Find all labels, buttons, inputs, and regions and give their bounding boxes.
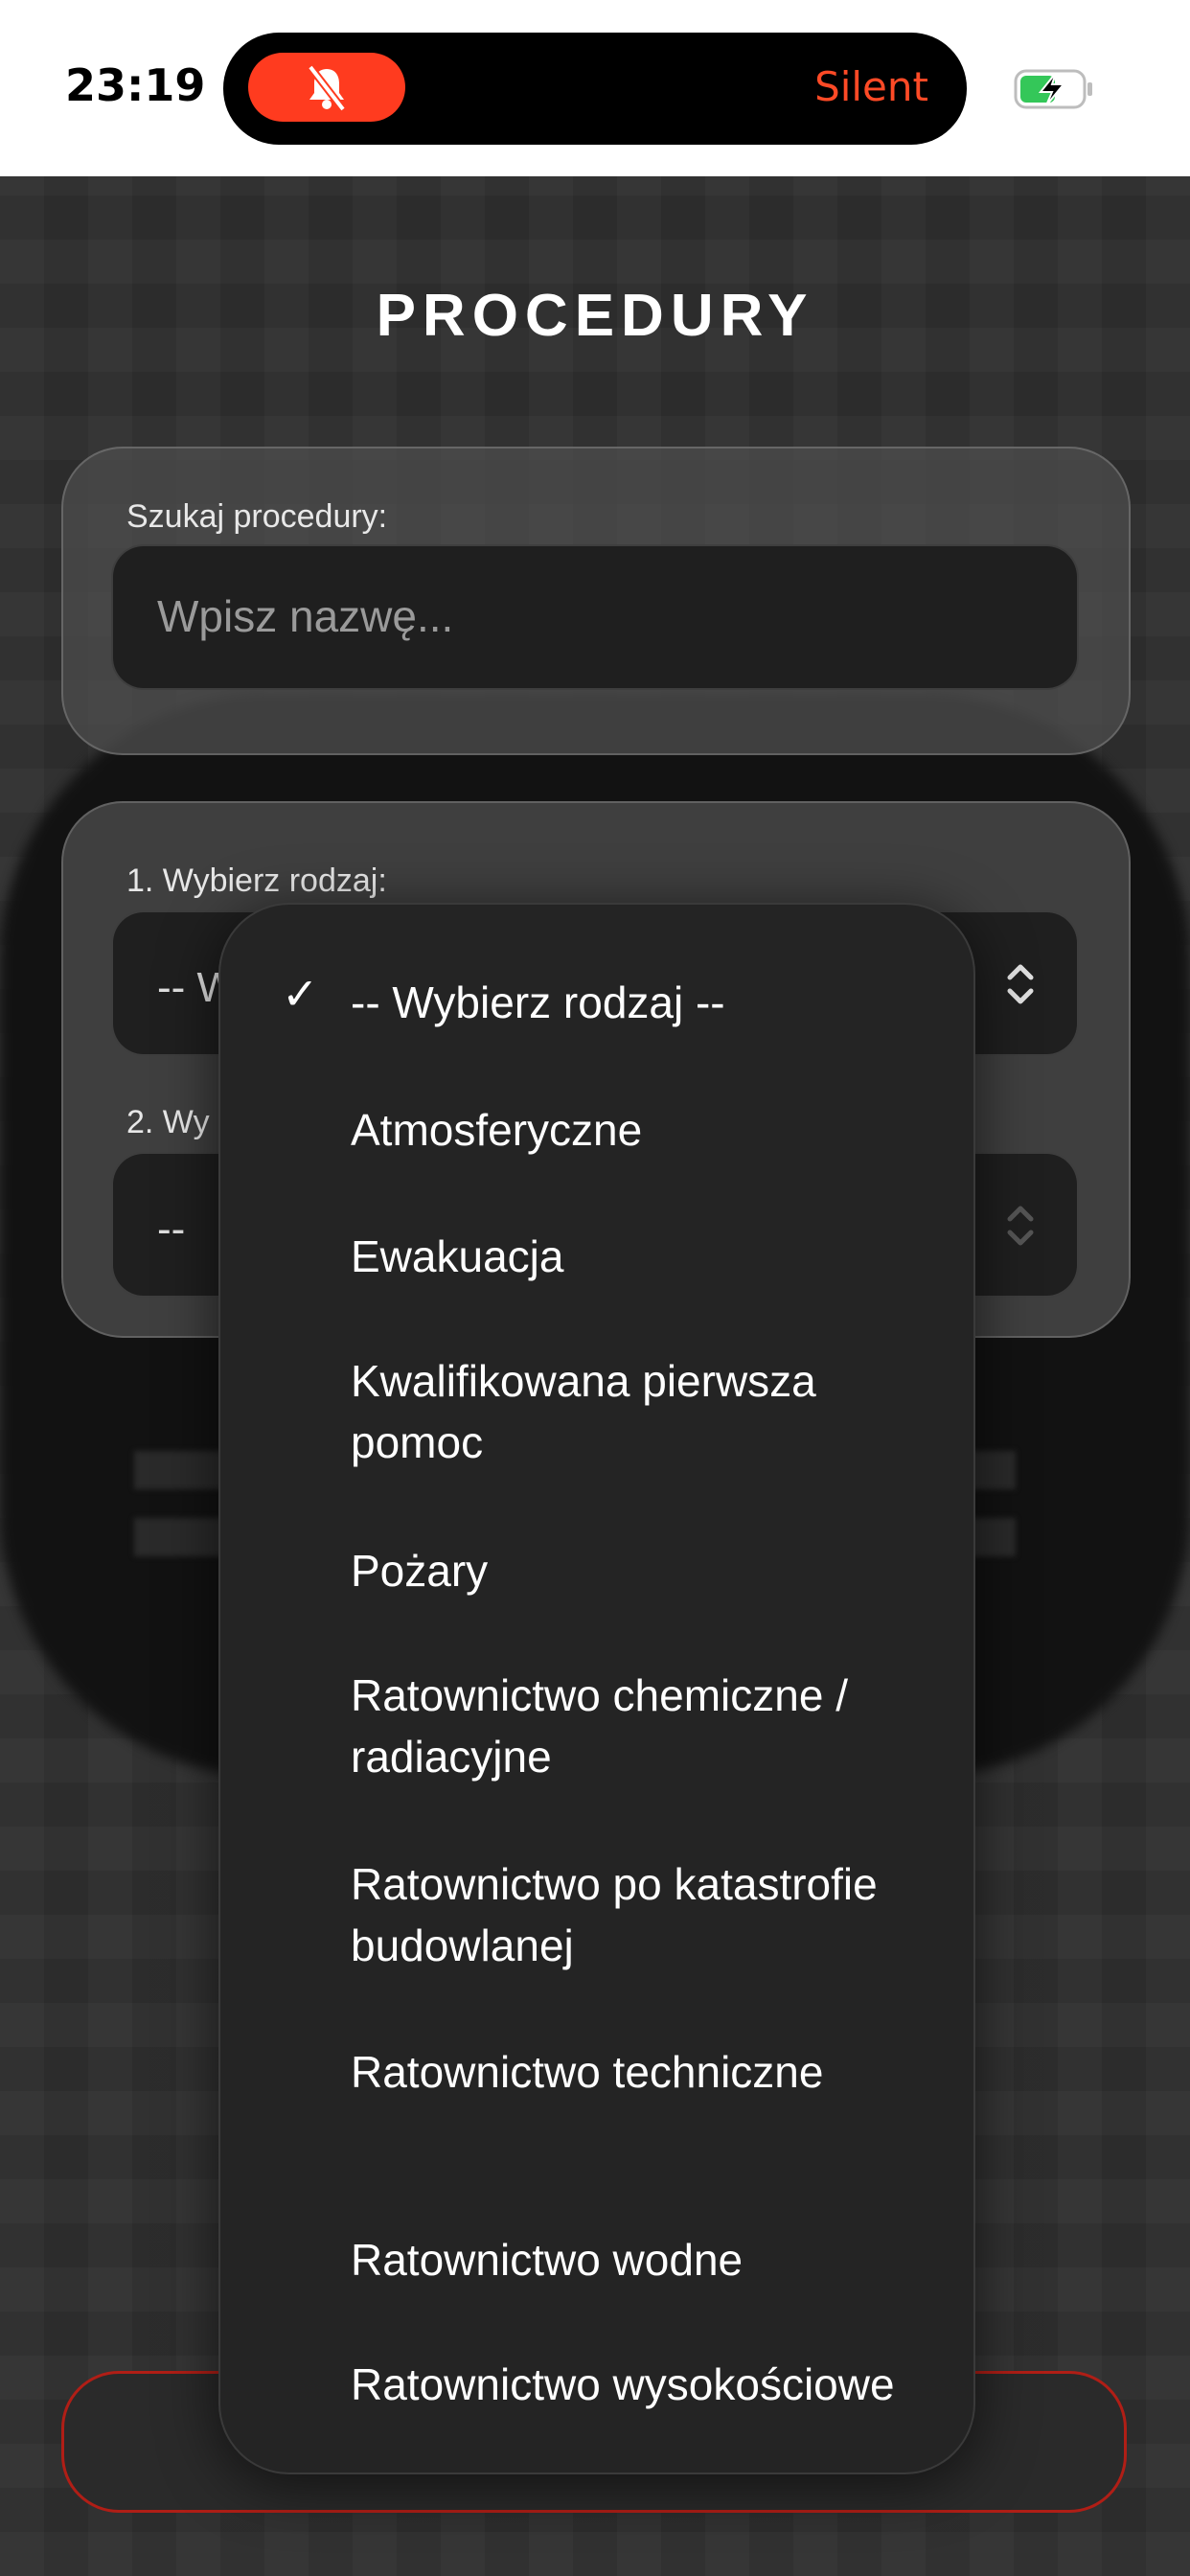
page-title: PROCEDURY xyxy=(376,283,814,349)
type-dropdown-menu: ✓ -- Wybierz rodzaj -- Atmosferyczne Ewa… xyxy=(218,903,975,2474)
search-placeholder: Wpisz nazwę... xyxy=(157,591,454,641)
type-select-label: 1. Wybierz rodzaj: xyxy=(126,862,387,899)
clock: 23:19 xyxy=(65,59,206,111)
dropdown-option[interactable]: Ewakuacja xyxy=(351,1226,935,1287)
search-card: Szukaj procedury: Wpisz nazwę... xyxy=(61,447,1131,755)
dropdown-option[interactable]: Ratownictwo wysokościowe xyxy=(351,2354,935,2415)
dropdown-option[interactable]: -- Wybierz rodzaj -- xyxy=(351,972,935,1033)
dropdown-option[interactable]: Ratownictwo techniczne xyxy=(351,2041,935,2103)
search-input[interactable]: Wpisz nazwę... xyxy=(111,544,1079,690)
dropdown-option[interactable]: Atmosferyczne xyxy=(351,1099,935,1161)
silent-pill xyxy=(248,53,405,122)
second-select-value: -- xyxy=(157,1206,186,1253)
second-select-label: 2. Wy xyxy=(126,1104,210,1140)
dynamic-island: Silent xyxy=(223,33,967,145)
battery-charging-icon xyxy=(1014,69,1092,109)
dropdown-option[interactable]: Pożary xyxy=(351,1540,935,1601)
dropdown-option[interactable]: Kwalifikowana pierwsza pomoc xyxy=(351,1350,935,1473)
dropdown-option[interactable]: Ratownictwo po katastrofie budowlanej xyxy=(351,1853,935,1976)
silent-label: Silent xyxy=(814,63,928,110)
chevron-up-down-icon xyxy=(1007,1206,1034,1246)
dropdown-option[interactable]: Ratownictwo chemiczne / radiacyjne xyxy=(351,1665,935,1787)
checkmark-icon: ✓ xyxy=(282,969,319,1019)
search-label: Szukaj procedury: xyxy=(126,498,388,535)
dropdown-option[interactable]: Ratownictwo wodne xyxy=(351,2229,935,2290)
status-bar: 23:19 Silent xyxy=(0,0,1190,176)
chevron-up-down-icon xyxy=(1007,964,1034,1004)
bell-slash-icon xyxy=(307,64,347,112)
